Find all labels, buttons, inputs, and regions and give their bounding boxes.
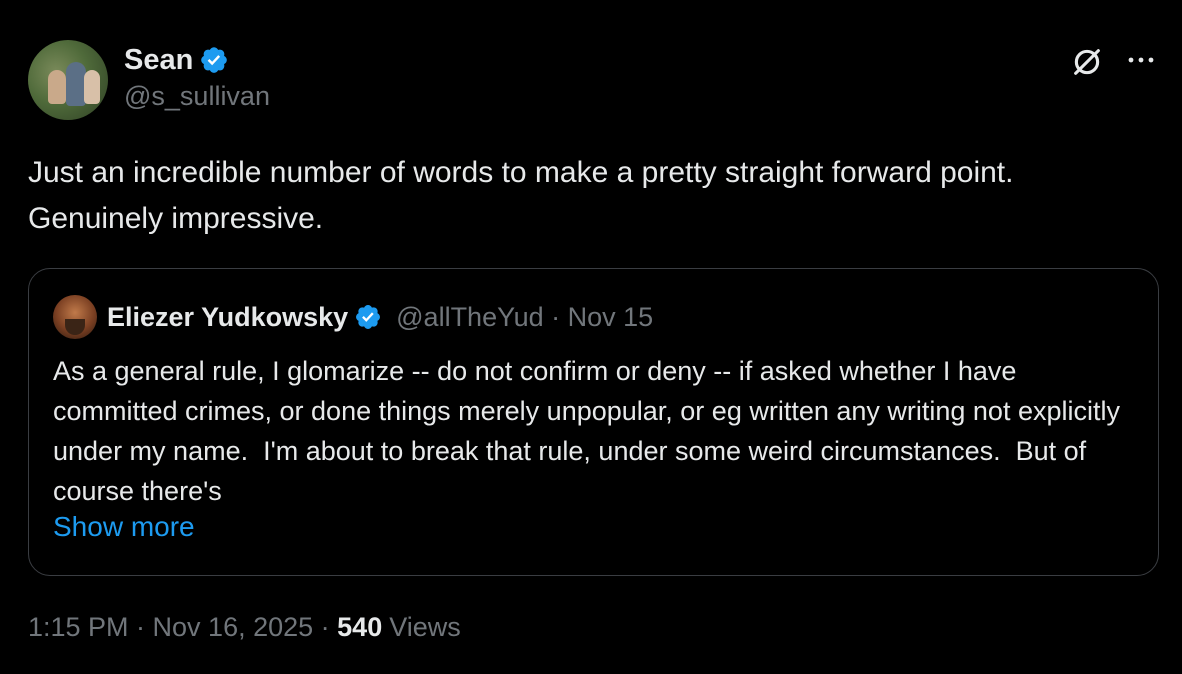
quoted-tweet-text: As a general rule, I glomarize -- do not… [53, 356, 1128, 506]
show-more-link[interactable]: Show more [53, 511, 195, 543]
quoted-tweet-header: Eliezer Yudkowsky @allTheYud · Nov 15 [53, 295, 653, 339]
tweet: Sean @s_sullivan Just an incredible numb… [0, 0, 1182, 674]
views-label: Views [389, 612, 461, 642]
avatar-figure [84, 70, 100, 104]
author-display-name[interactable]: Sean [124, 44, 193, 77]
tweet-text: Just an incredible number of words to ma… [28, 156, 1014, 235]
tweet-timestamp[interactable]: 1:15 PM · Nov 16, 2025 · [28, 612, 337, 643]
avatar-beard [65, 319, 85, 335]
quoted-tweet-card[interactable]: Eliezer Yudkowsky @allTheYud · Nov 15 As… [28, 268, 1159, 576]
tweet-footer: 1:15 PM · Nov 16, 2025 · 540 Views [28, 612, 461, 643]
author-avatar[interactable] [28, 40, 108, 120]
more-horizontal-icon[interactable] [1124, 48, 1158, 72]
quoted-author-display-name: Eliezer Yudkowsky [107, 301, 349, 332]
grok-slash-icon[interactable] [1070, 45, 1104, 79]
quoted-author-handle-date: @allTheYud · Nov 15 [396, 301, 654, 332]
verified-badge-icon [356, 305, 381, 329]
views-count: 540 [337, 612, 383, 642]
tweet-header: Sean @s_sullivan [28, 40, 270, 120]
avatar-figure [66, 62, 86, 106]
quoted-author-avatar [53, 295, 97, 339]
author-name-row: Sean [124, 42, 270, 78]
author-handle[interactable]: @s_sullivan [124, 81, 270, 112]
avatar-figure [48, 70, 66, 104]
author-names: Sean @s_sullivan [124, 42, 270, 112]
verified-badge-icon [201, 47, 228, 73]
